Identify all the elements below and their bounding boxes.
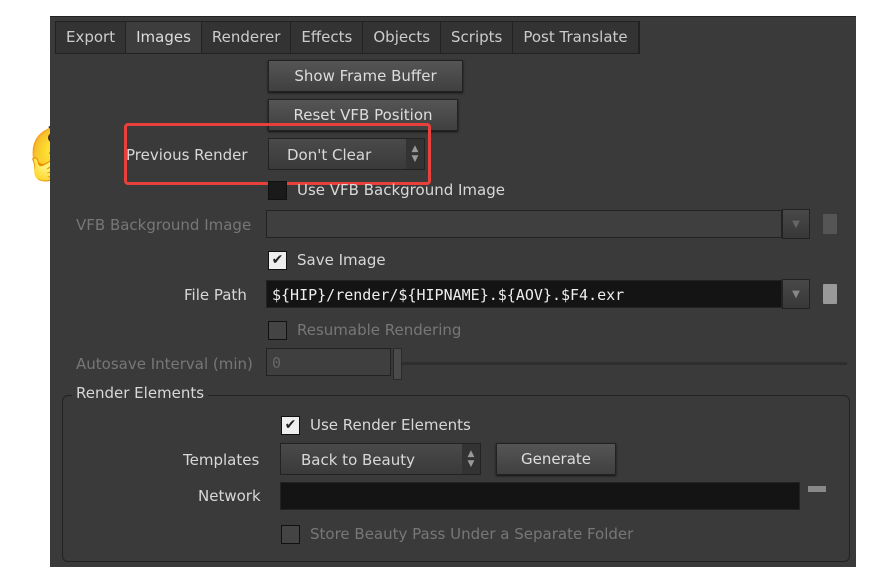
- store-beauty-checkbox[interactable]: [281, 525, 300, 544]
- tab-scripts[interactable]: Scripts: [441, 22, 514, 53]
- use-vfb-bg-label: Use VFB Background Image: [297, 181, 505, 199]
- file-chooser-icon[interactable]: [823, 214, 837, 234]
- vfb-bg-dropdown-button[interactable]: ▼: [782, 209, 810, 239]
- generate-button[interactable]: Generate: [496, 443, 616, 475]
- file-path-input[interactable]: ${HIP}/render/${HIPNAME}.${AOV}.$F4.exr: [266, 280, 782, 308]
- autosave-label: Autosave Interval (min): [76, 355, 253, 373]
- node-chooser-icon[interactable]: [808, 486, 826, 492]
- tab-export[interactable]: Export: [56, 22, 127, 53]
- updown-arrow-icon: ▲ ▼: [462, 444, 480, 474]
- autosave-slider-track[interactable]: [402, 362, 847, 365]
- autosave-input[interactable]: 0: [266, 348, 391, 376]
- save-image-label: Save Image: [297, 251, 386, 269]
- network-input[interactable]: [280, 482, 800, 510]
- vfb-bg-image-label: VFB Background Image: [76, 216, 252, 234]
- resumable-checkbox[interactable]: [268, 321, 287, 340]
- templates-value: Back to Beauty: [301, 451, 415, 469]
- show-frame-buffer-button[interactable]: Show Frame Buffer: [268, 60, 463, 92]
- templates-label: Templates: [183, 451, 260, 469]
- highlight-box: [124, 123, 431, 185]
- use-vfb-bg-checkbox[interactable]: [268, 181, 287, 200]
- tab-images[interactable]: Images: [126, 22, 202, 53]
- tab-objects[interactable]: Objects: [363, 22, 442, 53]
- resumable-label: Resumable Rendering: [297, 321, 462, 339]
- vfb-bg-image-input[interactable]: [266, 210, 782, 238]
- templates-select[interactable]: Back to Beauty ▲ ▼: [280, 443, 481, 475]
- tab-effects[interactable]: Effects: [291, 22, 364, 53]
- use-render-elements-checkbox[interactable]: ✔: [281, 416, 300, 435]
- save-image-checkbox[interactable]: ✔: [268, 251, 287, 270]
- tab-renderer[interactable]: Renderer: [201, 22, 292, 53]
- network-label: Network: [198, 487, 261, 505]
- file-path-label: File Path: [184, 286, 247, 304]
- render-elements-title: Render Elements: [72, 384, 209, 402]
- autosave-slider-handle[interactable]: [393, 348, 402, 380]
- file-path-dropdown-button[interactable]: ▼: [782, 279, 810, 309]
- store-beauty-label: Store Beauty Pass Under a Separate Folde…: [310, 525, 634, 543]
- tab-post-translate[interactable]: Post Translate: [513, 22, 639, 53]
- file-chooser-icon[interactable]: [823, 284, 837, 304]
- tab-bar: Export Images Renderer Effects Objects S…: [55, 21, 640, 54]
- use-render-elements-label: Use Render Elements: [310, 416, 471, 434]
- images-panel: Export Images Renderer Effects Objects S…: [50, 16, 856, 567]
